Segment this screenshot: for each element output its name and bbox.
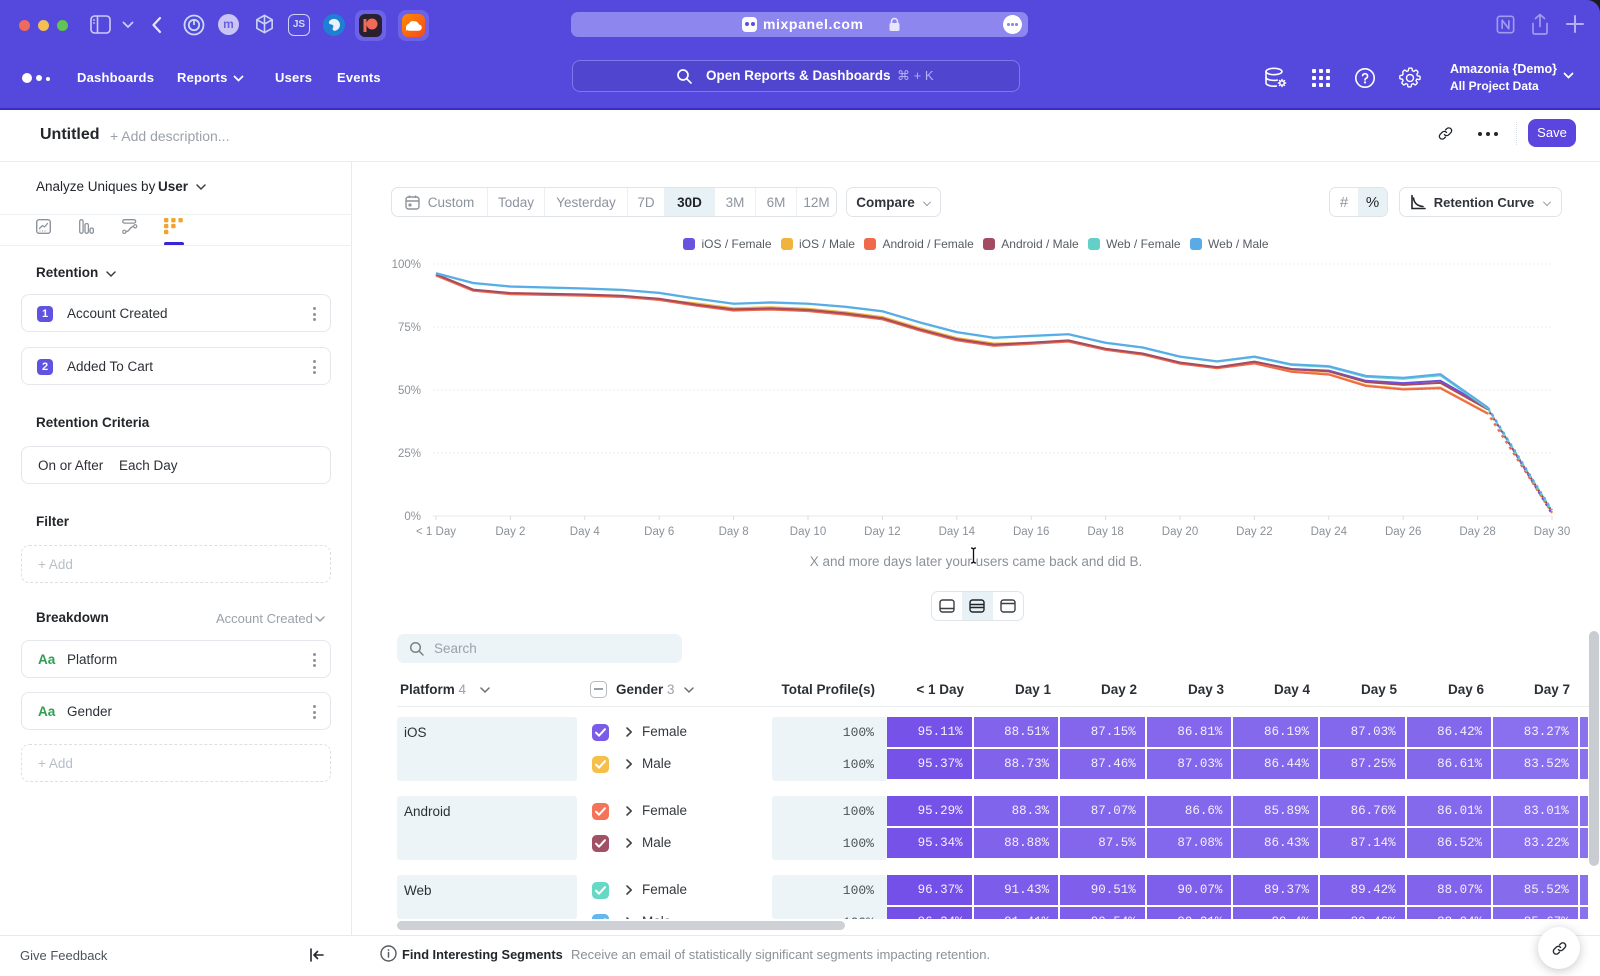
svg-text:Day 18: Day 18	[1087, 526, 1123, 538]
svg-text:Day 20: Day 20	[1162, 526, 1198, 538]
svg-text:Day 24: Day 24	[1311, 526, 1348, 538]
svg-text:Day 10: Day 10	[790, 526, 826, 538]
svg-text:Day 26: Day 26	[1385, 526, 1421, 538]
svg-text:0%: 0%	[404, 511, 421, 523]
svg-text:Day 28: Day 28	[1459, 526, 1495, 538]
svg-text:50%: 50%	[398, 385, 421, 397]
svg-text:Day 30: Day 30	[1534, 526, 1570, 538]
svg-text:Day 2: Day 2	[495, 526, 525, 538]
svg-text:100%: 100%	[392, 259, 421, 271]
svg-text:75%: 75%	[398, 322, 421, 334]
svg-text:Day 16: Day 16	[1013, 526, 1049, 538]
svg-text:Day 8: Day 8	[719, 526, 749, 538]
svg-text:Day 6: Day 6	[644, 526, 674, 538]
svg-text:Day 14: Day 14	[939, 526, 976, 538]
svg-text:Day 22: Day 22	[1236, 526, 1272, 538]
svg-text:Day 4: Day 4	[570, 526, 601, 538]
svg-text:Day 12: Day 12	[864, 526, 900, 538]
svg-text:< 1 Day: < 1 Day	[416, 526, 456, 538]
svg-text:25%: 25%	[398, 448, 421, 460]
